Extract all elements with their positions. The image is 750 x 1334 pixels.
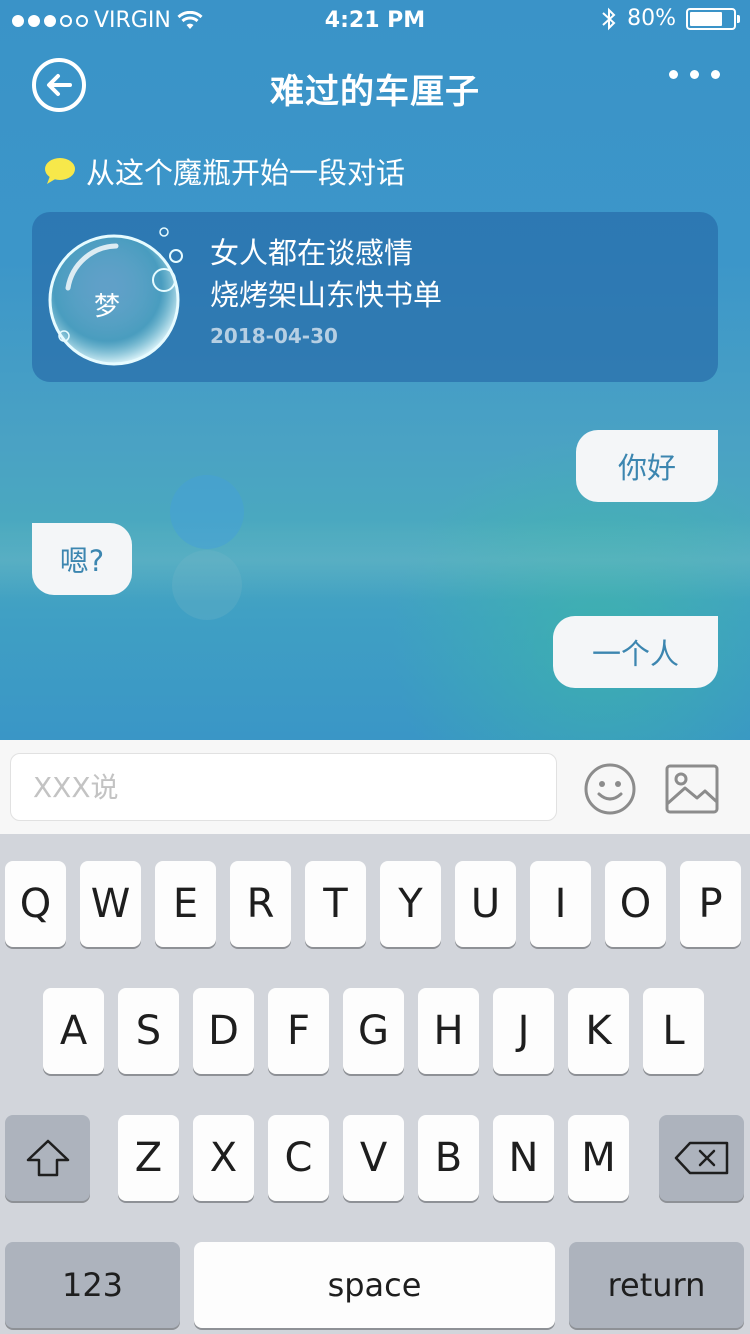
key-r[interactable]: R bbox=[230, 861, 291, 947]
background-bubble-reflection bbox=[172, 550, 242, 620]
key-o[interactable]: O bbox=[605, 861, 666, 947]
input-bar bbox=[0, 740, 750, 834]
card-text-line-2: 烧烤架山东快书单 bbox=[210, 278, 443, 312]
more-button[interactable] bbox=[669, 70, 720, 79]
message-input[interactable] bbox=[10, 753, 557, 821]
shift-key[interactable] bbox=[5, 1115, 90, 1201]
numbers-key[interactable]: 123 bbox=[5, 1242, 180, 1328]
bottle-card[interactable]: 梦 女人都在谈感情 烧烤架山东快书单 2018-04-30 bbox=[32, 212, 718, 382]
key-w[interactable]: W bbox=[80, 861, 141, 947]
delete-key[interactable] bbox=[659, 1115, 744, 1201]
bubble-character: 梦 bbox=[94, 292, 121, 322]
battery-percent: 80% bbox=[627, 6, 676, 31]
key-a[interactable]: A bbox=[43, 988, 104, 1074]
message-bubble-sent[interactable]: 你好 bbox=[576, 430, 718, 502]
status-right: 80% bbox=[601, 6, 740, 31]
speech-bubble-icon bbox=[45, 158, 75, 184]
key-p[interactable]: P bbox=[680, 861, 741, 947]
card-text-line-1: 女人都在谈感情 bbox=[210, 236, 414, 270]
key-z[interactable]: Z bbox=[118, 1115, 179, 1201]
image-picture-icon[interactable] bbox=[665, 764, 719, 814]
message-bubble-sent[interactable]: 一个人 bbox=[553, 616, 718, 688]
key-q[interactable]: Q bbox=[5, 861, 66, 947]
key-y[interactable]: Y bbox=[380, 861, 441, 947]
key-s[interactable]: S bbox=[118, 988, 179, 1074]
keyboard: Q W E R T Y U I O P A S D F G H J K L Z … bbox=[0, 834, 750, 1334]
nav-bar: 难过的车厘子 bbox=[0, 40, 750, 132]
more-dot-icon bbox=[711, 70, 720, 79]
key-v[interactable]: V bbox=[343, 1115, 404, 1201]
message-bubble-received[interactable]: 嗯? bbox=[32, 523, 132, 595]
key-x[interactable]: X bbox=[193, 1115, 254, 1201]
more-dot-icon bbox=[669, 70, 678, 79]
battery-fill bbox=[690, 11, 722, 26]
key-u[interactable]: U bbox=[455, 861, 516, 947]
smiley-face-icon[interactable] bbox=[583, 762, 637, 816]
conversation-prompt: 从这个魔瓶开始一段对话 bbox=[44, 150, 405, 192]
key-k[interactable]: K bbox=[568, 988, 629, 1074]
key-i[interactable]: I bbox=[530, 861, 591, 947]
page-title: 难过的车厘子 bbox=[270, 72, 480, 112]
space-key[interactable]: space bbox=[194, 1242, 555, 1328]
water-bubble-icon bbox=[48, 227, 183, 366]
shift-arrow-icon bbox=[26, 1139, 69, 1177]
key-l[interactable]: L bbox=[643, 988, 704, 1074]
status-bar: VIRGIN 4:21 PM 80% bbox=[0, 0, 750, 40]
card-date: 2018-04-30 bbox=[210, 324, 338, 348]
battery-icon bbox=[686, 7, 740, 30]
key-h[interactable]: H bbox=[418, 988, 479, 1074]
key-b[interactable]: B bbox=[418, 1115, 479, 1201]
key-t[interactable]: T bbox=[305, 861, 366, 947]
key-n[interactable]: N bbox=[493, 1115, 554, 1201]
key-d[interactable]: D bbox=[193, 988, 254, 1074]
key-c[interactable]: C bbox=[268, 1115, 329, 1201]
more-dot-icon bbox=[690, 70, 699, 79]
key-e[interactable]: E bbox=[155, 861, 216, 947]
key-j[interactable]: J bbox=[493, 988, 554, 1074]
key-g[interactable]: G bbox=[343, 988, 404, 1074]
prompt-text: 从这个魔瓶开始一段对话 bbox=[86, 156, 406, 190]
bluetooth-icon bbox=[602, 7, 616, 30]
key-m[interactable]: M bbox=[568, 1115, 629, 1201]
key-f[interactable]: F bbox=[268, 988, 329, 1074]
backspace-icon bbox=[674, 1141, 728, 1175]
background-bubble bbox=[170, 475, 244, 549]
return-key[interactable]: return bbox=[569, 1242, 744, 1328]
